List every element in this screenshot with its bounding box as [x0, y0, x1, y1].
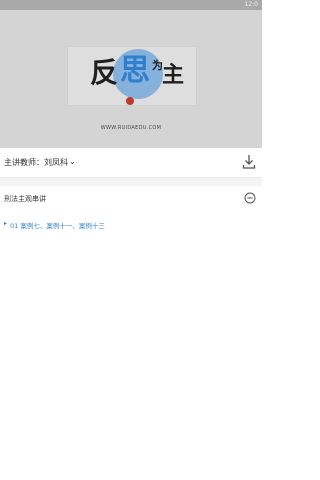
status-bar: 12:0: [0, 0, 262, 10]
logo-char-1: 反: [90, 56, 119, 89]
course-banner: 反 思 为 主 WWW.RUIDAEDU.COM: [0, 10, 262, 148]
lesson-title: 01 案例七、案例十一、案例十三: [10, 222, 105, 230]
lesson-item[interactable]: ▸ 01 案例七、案例十一、案例十三: [0, 216, 262, 236]
section-title: 刑法主观串讲: [4, 195, 46, 203]
teacher-selector[interactable]: 主讲教师：刘凤科 ⌄: [0, 148, 262, 178]
download-icon[interactable]: [242, 154, 256, 170]
logo-char-2: 思: [120, 53, 150, 88]
collapse-icon[interactable]: [244, 192, 256, 204]
section-header[interactable]: 刑法主观串讲: [0, 186, 262, 212]
play-indicator-icon: ▸: [4, 220, 8, 227]
logo-seal-icon: [126, 97, 134, 105]
section-divider: [0, 178, 262, 186]
logo-url: WWW.RUIDAEDU.COM: [100, 125, 162, 131]
brand-logo: 反 思 为 主: [67, 46, 197, 106]
chevron-down-icon[interactable]: ⌄: [69, 157, 76, 166]
logo-char-4: 主: [162, 62, 185, 88]
status-time: 12:0: [244, 1, 258, 8]
teacher-label: 主讲教师：刘凤科: [4, 158, 68, 167]
